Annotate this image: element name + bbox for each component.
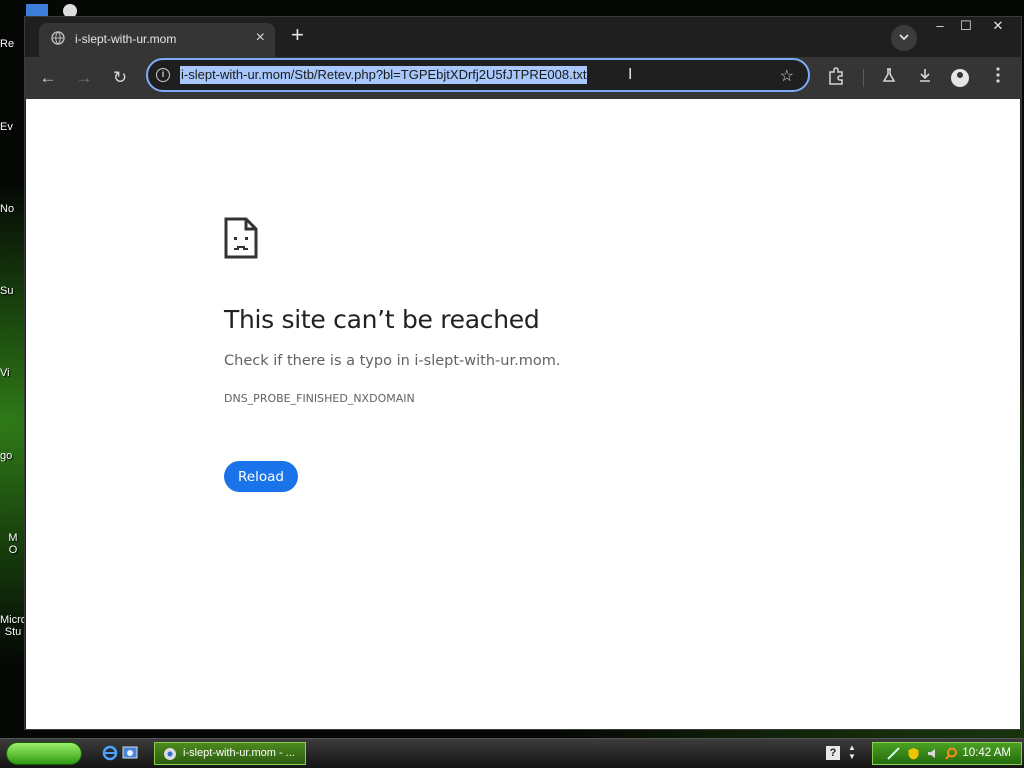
address-bar[interactable]: i i-slept-with-ur.mom/Stb/Retev.php?bl=T…: [146, 58, 810, 92]
error-description: Check if there is a typo in i-slept-with…: [224, 353, 561, 369]
forward-button[interactable]: →: [72, 67, 96, 89]
internet-explorer-icon[interactable]: [102, 745, 118, 761]
text-cursor-icon: Ι: [628, 66, 633, 83]
search-icon[interactable]: [945, 747, 958, 760]
taskbar: i-slept-with-ur.mom - ... ? ▲ ▼ 10:42 AM: [0, 738, 1024, 768]
close-window-button[interactable]: ✕: [983, 17, 1013, 35]
extensions-icon[interactable]: [825, 67, 847, 89]
start-button[interactable]: [6, 742, 82, 765]
menu-icon[interactable]: [987, 67, 1009, 89]
page-content: This site can’t be reached Check if ther…: [26, 99, 1020, 729]
error-title: This site can’t be reached: [224, 305, 540, 334]
network-icon[interactable]: [887, 747, 900, 760]
show-desktop-icon[interactable]: [122, 745, 138, 761]
sad-page-icon: [224, 217, 258, 259]
url-text[interactable]: i-slept-with-ur.mom/Stb/Retev.php?bl=TGP…: [180, 66, 588, 84]
tab-strip: i-slept-with-ur.mom × + – ☐ ✕: [25, 17, 1021, 57]
browser-window: i-slept-with-ur.mom × + – ☐ ✕ ← → ↻ i i-…: [24, 16, 1022, 730]
reload-button[interactable]: Reload: [224, 461, 298, 492]
chevron-down-icon: [899, 34, 909, 41]
profile-icon[interactable]: [951, 69, 969, 87]
labs-flask-icon[interactable]: [878, 67, 900, 89]
toolbar-divider: [863, 69, 864, 87]
tray-expand-icon[interactable]: ▲ ▼: [848, 743, 856, 761]
close-tab-icon[interactable]: ×: [256, 29, 265, 47]
security-shield-icon[interactable]: [907, 747, 920, 760]
error-code: DNS_PROBE_FINISHED_NXDOMAIN: [224, 392, 415, 405]
taskbar-window-button[interactable]: i-slept-with-ur.mom - ...: [154, 742, 306, 765]
taskbar-window-label: i-slept-with-ur.mom - ...: [183, 747, 295, 759]
new-tab-button[interactable]: +: [291, 22, 304, 48]
browser-icon: [164, 748, 176, 760]
globe-icon: [51, 31, 65, 45]
clock[interactable]: 10:42 AM: [962, 747, 1011, 759]
info-icon[interactable]: i: [156, 68, 170, 82]
desktop-icon-label[interactable]: Micro Stu: [0, 614, 26, 638]
help-icon[interactable]: ?: [826, 746, 840, 760]
bookmark-star-icon[interactable]: ☆: [780, 66, 794, 86]
desktop-icon-label[interactable]: M O: [0, 532, 26, 556]
tab-title: i-slept-with-ur.mom: [75, 32, 177, 46]
reload-toolbar-button[interactable]: ↻: [108, 67, 132, 89]
tab-active[interactable]: i-slept-with-ur.mom ×: [39, 23, 275, 57]
tab-search-button[interactable]: [891, 25, 917, 51]
maximize-button[interactable]: ☐: [951, 17, 981, 35]
download-icon[interactable]: [914, 67, 936, 89]
browser-toolbar: ← → ↻ i i-slept-with-ur.mom/Stb/Retev.ph…: [25, 57, 1021, 99]
system-tray: 10:42 AM: [872, 742, 1022, 765]
volume-icon[interactable]: [927, 747, 940, 760]
back-button[interactable]: ←: [36, 67, 60, 89]
